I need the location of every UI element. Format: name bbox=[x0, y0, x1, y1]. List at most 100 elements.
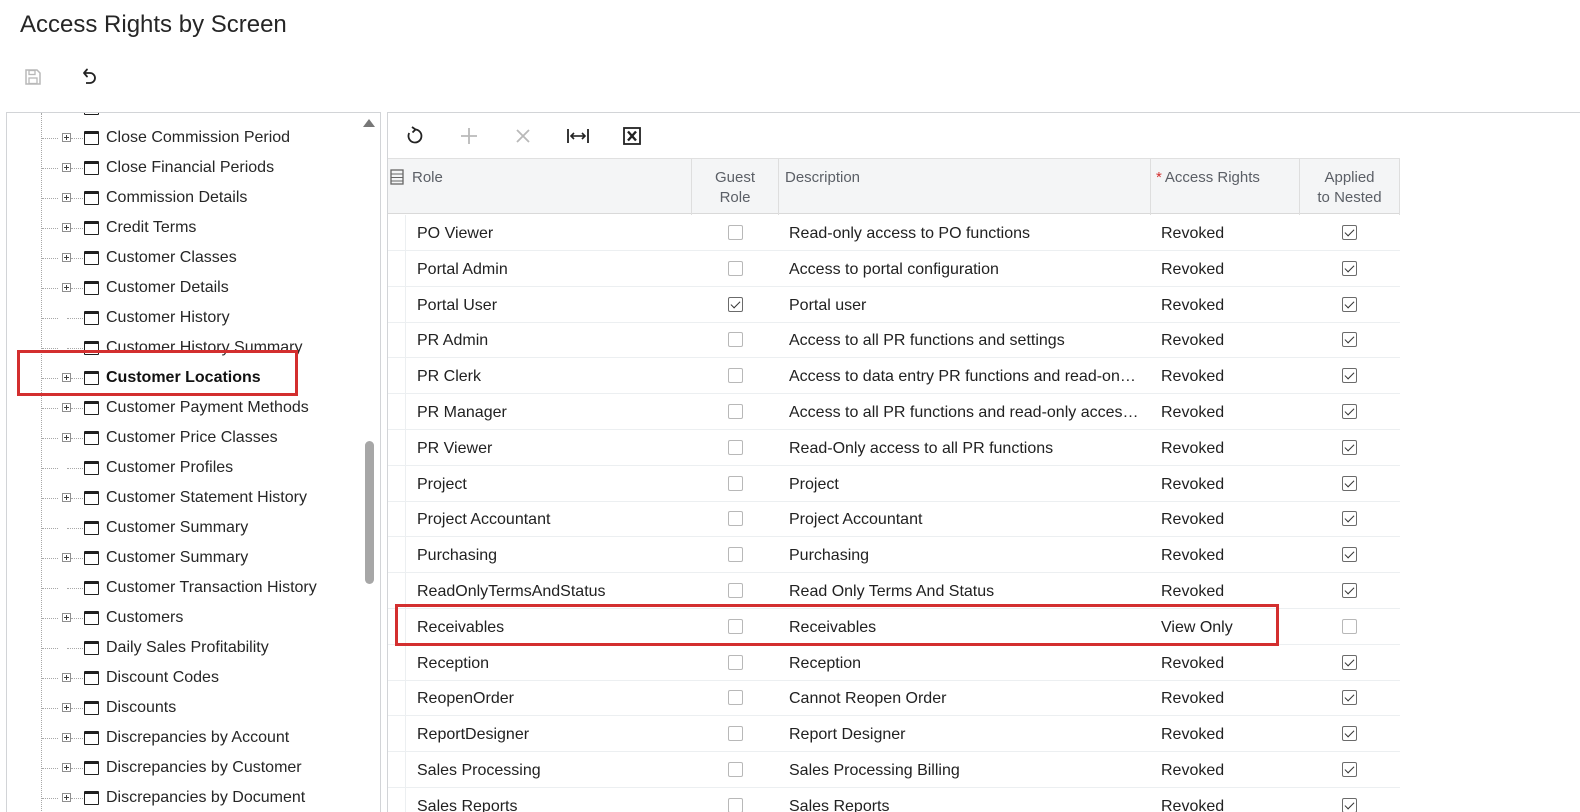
expand-icon[interactable] bbox=[62, 283, 71, 292]
cell-description[interactable]: Project bbox=[789, 476, 1139, 494]
table-row[interactable]: Reception Reception Revoked bbox=[388, 644, 1400, 681]
row-selector[interactable] bbox=[388, 215, 406, 251]
guest-role-checkbox[interactable] bbox=[728, 583, 743, 598]
column-config-icon[interactable] bbox=[390, 169, 404, 185]
cell-access-rights[interactable]: Revoked bbox=[1161, 368, 1291, 386]
guest-role-checkbox[interactable] bbox=[728, 439, 743, 455]
tree-scroll-up-arrow[interactable] bbox=[363, 119, 375, 127]
applied-to-nested-checkbox[interactable] bbox=[1342, 547, 1357, 563]
applied-to-nested-checkbox[interactable] bbox=[1342, 439, 1357, 455]
tree-node[interactable]: Commission Details bbox=[7, 183, 362, 213]
cell-role[interactable]: Portal User bbox=[417, 297, 687, 315]
tree-node-partial[interactable]: Cash Sales bbox=[7, 113, 362, 123]
row-selector[interactable] bbox=[388, 501, 406, 538]
cell-description[interactable]: Portal user bbox=[789, 297, 1139, 315]
cell-role[interactable]: PO Viewer bbox=[417, 225, 687, 243]
table-row[interactable]: ReopenOrder Cannot Reopen Order Revoked bbox=[388, 680, 1400, 717]
table-row[interactable]: Sales Reports Sales Reports Revoked bbox=[388, 787, 1400, 812]
tree-scrollbar-thumb[interactable] bbox=[365, 441, 374, 584]
cell-access-rights[interactable]: Revoked bbox=[1161, 511, 1291, 529]
expand-icon[interactable] bbox=[62, 733, 71, 742]
guest-role-checkbox[interactable] bbox=[728, 690, 743, 706]
expand-icon[interactable] bbox=[62, 133, 71, 142]
guest-role-checkbox[interactable] bbox=[728, 260, 743, 276]
save-button[interactable] bbox=[22, 66, 44, 88]
table-row[interactable]: PR Clerk Access to data entry PR function… bbox=[388, 358, 1400, 395]
guest-role-checkbox[interactable] bbox=[728, 296, 743, 312]
applied-to-nested-checkbox[interactable] bbox=[1342, 404, 1357, 419]
cell-description[interactable]: Reception bbox=[789, 655, 1139, 673]
cell-description[interactable]: Read Only Terms And Status bbox=[789, 583, 1139, 601]
column-header-access-rights[interactable]: * Access Rights bbox=[1151, 159, 1300, 215]
tree-node[interactable]: Credit Terms bbox=[7, 213, 362, 243]
table-row[interactable]: Portal Admin Access to portal configurati… bbox=[388, 250, 1400, 287]
cell-description[interactable]: Access to portal configuration bbox=[789, 261, 1139, 279]
applied-to-nested-checkbox[interactable] bbox=[1342, 797, 1357, 812]
cell-role[interactable]: ReportDesigner bbox=[417, 726, 687, 744]
tree-node[interactable]: Customer Classes bbox=[7, 243, 362, 273]
cell-role[interactable]: PR Admin bbox=[417, 332, 687, 350]
guest-role-checkbox[interactable] bbox=[728, 368, 743, 384]
tree-node[interactable]: Close Financial Periods bbox=[7, 153, 362, 183]
export-excel-button[interactable] bbox=[619, 123, 645, 149]
cell-role[interactable]: Project Accountant bbox=[417, 511, 687, 529]
table-row[interactable]: Portal User Portal user Revoked bbox=[388, 286, 1400, 323]
cell-role[interactable]: Purchasing bbox=[417, 547, 687, 565]
guest-role-checkbox[interactable] bbox=[728, 332, 743, 348]
cell-access-rights[interactable]: Revoked bbox=[1161, 332, 1291, 350]
expand-icon[interactable] bbox=[62, 193, 71, 202]
guest-role-checkbox[interactable] bbox=[728, 726, 743, 742]
column-header-guest-role[interactable]: Guest Role bbox=[692, 159, 779, 215]
row-selector[interactable] bbox=[388, 322, 406, 359]
add-row-button[interactable] bbox=[456, 123, 482, 149]
cell-role[interactable]: Portal Admin bbox=[417, 261, 687, 279]
delete-row-button[interactable] bbox=[510, 123, 536, 149]
cell-role[interactable]: PR Viewer bbox=[417, 440, 687, 458]
tree-node[interactable]: Customer Profiles bbox=[7, 453, 362, 483]
tree-node[interactable]: Customer History bbox=[7, 303, 362, 333]
row-selector[interactable] bbox=[388, 752, 406, 788]
expand-icon[interactable] bbox=[62, 673, 71, 682]
tree-node[interactable]: Customer Summary bbox=[7, 543, 362, 573]
tree-node[interactable]: Discount Codes bbox=[7, 663, 362, 693]
cell-access-rights[interactable]: Revoked bbox=[1161, 547, 1291, 565]
table-row[interactable]: Project Project Revoked bbox=[388, 465, 1400, 502]
tree-node[interactable]: Customer Statement History bbox=[7, 483, 362, 513]
applied-to-nested-checkbox[interactable] bbox=[1342, 296, 1357, 312]
cell-role[interactable]: ReadOnlyTermsAndStatus bbox=[417, 583, 687, 601]
table-row[interactable]: PO Viewer Read-only access to PO function… bbox=[388, 215, 1400, 251]
tree-node[interactable]: Discrepancies by Account bbox=[7, 723, 362, 753]
applied-to-nested-checkbox[interactable] bbox=[1342, 618, 1357, 634]
tree-node[interactable]: Discounts bbox=[7, 693, 362, 723]
guest-role-checkbox[interactable] bbox=[728, 762, 743, 777]
tree-node[interactable]: Customer Transaction History bbox=[7, 573, 362, 603]
column-header-description[interactable]: Description bbox=[779, 159, 1151, 215]
guest-role-checkbox[interactable] bbox=[728, 511, 743, 527]
applied-to-nested-checkbox[interactable] bbox=[1342, 690, 1357, 706]
applied-to-nested-checkbox[interactable] bbox=[1342, 726, 1357, 742]
expand-icon[interactable] bbox=[62, 253, 71, 262]
cell-role[interactable]: PR Manager bbox=[417, 404, 687, 422]
tree-node[interactable]: Daily Sales Profitability bbox=[7, 633, 362, 663]
expand-icon[interactable] bbox=[62, 433, 71, 442]
cell-description[interactable]: Sales Processing Billing bbox=[789, 762, 1139, 780]
row-selector[interactable] bbox=[388, 250, 406, 287]
cell-access-rights[interactable]: Revoked bbox=[1161, 404, 1291, 422]
row-selector[interactable] bbox=[388, 394, 406, 430]
refresh-button[interactable] bbox=[402, 123, 428, 149]
applied-to-nested-checkbox[interactable] bbox=[1342, 762, 1357, 777]
cell-access-rights[interactable]: Revoked bbox=[1161, 655, 1291, 673]
cell-access-rights[interactable]: Revoked bbox=[1161, 726, 1291, 744]
cell-role[interactable]: PR Clerk bbox=[417, 368, 687, 386]
cell-description[interactable]: Project Accountant bbox=[789, 511, 1139, 529]
cell-description[interactable]: Cannot Reopen Order bbox=[789, 690, 1139, 708]
applied-to-nested-checkbox[interactable] bbox=[1342, 225, 1357, 240]
table-row[interactable]: PR Manager Access to all PR functions and… bbox=[388, 394, 1400, 430]
applied-to-nested-checkbox[interactable] bbox=[1342, 260, 1357, 276]
cell-description[interactable]: Read-only access to PO functions bbox=[789, 225, 1139, 243]
expand-icon[interactable] bbox=[62, 553, 71, 562]
cell-access-rights[interactable]: Revoked bbox=[1161, 476, 1291, 494]
tree-node[interactable]: Customer Details bbox=[7, 273, 362, 303]
applied-to-nested-checkbox[interactable] bbox=[1342, 654, 1357, 670]
cell-description[interactable]: Sales Reports bbox=[789, 798, 1139, 812]
